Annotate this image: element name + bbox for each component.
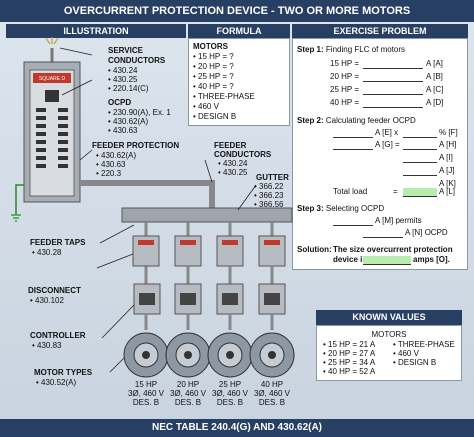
service-ref: • 220.14(C) [108,84,149,93]
feeder-taps-ref: • 430.28 [32,248,62,257]
page: OVERCURRENT PROTECTION DEVICE - TWO OR M… [0,0,474,437]
service-conductors-icon [45,37,59,45]
service-title-2: CONDUCTORS [108,56,166,65]
ocpd-ref: • 430.63 [108,126,138,135]
feeder-protection-title: FEEDER PROTECTION [92,141,180,150]
motor-types-title: MOTOR TYPES [34,368,93,377]
page-footer: NEC TABLE 240.4(G) AND 430.62(A) [0,419,474,437]
controller-ref: • 430.83 [32,341,62,350]
motor-branches [123,222,295,378]
ground-icon [11,214,21,222]
feeder-conductors-ref: • 430.25 [218,168,248,177]
controller-contactor-icon [139,293,155,305]
feeder-protection-ref: • 220.3 [96,169,122,178]
motor-design: DES. B [174,398,202,407]
ground-conductor [15,184,24,215]
disconnect-title: DISCONNECT [28,286,81,295]
motor-design: DES. B [132,398,160,407]
gutter-wireway [121,207,293,223]
ocpd-title: OCPD [108,98,132,107]
motor-types-ref: • 430.52(A) [36,378,77,387]
disconnect-ref: • 430.102 [30,296,64,305]
motor-design: DES. B [258,398,286,407]
gutter-ref: • 366.56 [254,200,284,209]
feeder-taps-title: FEEDER TAPS [30,238,86,247]
controller-title: CONTROLLER [30,331,86,340]
service-title-1: SERVICE [108,46,143,55]
motor-design: DES. B [216,398,244,407]
main-breaker-icon [45,90,59,102]
panel-brand-text: SQUARE D [39,76,66,82]
